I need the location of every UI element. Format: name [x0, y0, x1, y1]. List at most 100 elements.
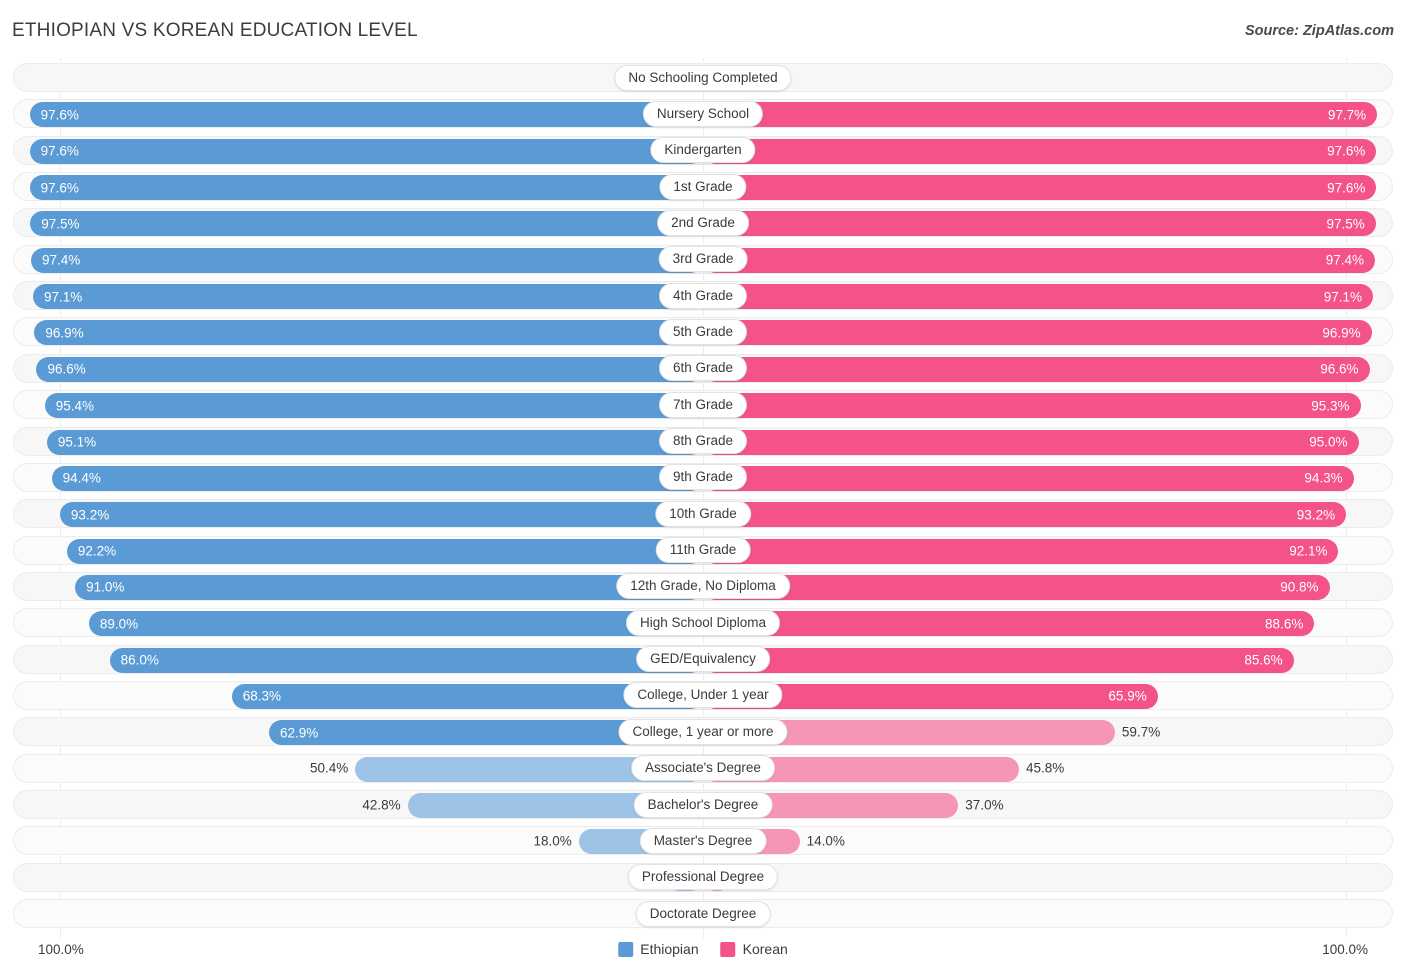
chart-row[interactable]: 68.3% 65.9% College, Under 1 year	[13, 680, 1393, 710]
page-title: ETHIOPIAN VS KOREAN EDUCATION LEVEL	[12, 20, 418, 41]
chart-row[interactable]: 97.6% 97.6% 1st Grade	[13, 172, 1393, 202]
value-label-ethiopian: 94.4%	[62, 470, 101, 486]
value-label-korean: 97.6%	[1327, 143, 1366, 159]
chart-row[interactable]: 62.9% 59.7% College, 1 year or more	[13, 717, 1393, 747]
chart-row[interactable]: 91.0% 90.8% 12th Grade, No Diploma	[13, 571, 1393, 601]
chart-row[interactable]: 97.4% 97.4% 3rd Grade	[13, 244, 1393, 274]
category-label: 3rd Grade	[658, 246, 748, 273]
value-label-korean: 93.2%	[1296, 506, 1336, 522]
value-label-ethiopian: 92.2%	[77, 543, 117, 559]
category-label: 6th Grade	[658, 355, 748, 382]
chart-row[interactable]: 2.4%2.4%No Schooling Completed	[13, 63, 1393, 92]
bar-ethiopian: 91.0%	[75, 574, 703, 600]
bar-korean: 95.0%	[703, 429, 1359, 455]
bar-korean: 90.8%	[703, 574, 1330, 600]
legend-label: Korean	[742, 941, 788, 957]
category-label: Professional Degree	[627, 864, 779, 891]
value-label-ethiopian: 96.6%	[47, 361, 86, 377]
legend-item[interactable]: Korean	[720, 941, 788, 957]
value-label-korean: 97.5%	[1326, 216, 1365, 232]
bar-korean: 85.6%	[703, 647, 1294, 673]
legend-item[interactable]: Ethiopian	[618, 941, 699, 957]
value-label-korean: 37.0%	[965, 796, 1004, 812]
value-label-korean: 97.6%	[1327, 179, 1366, 195]
bar-korean: 93.2%	[703, 502, 1347, 528]
value-label-korean: 90.8%	[1280, 579, 1319, 595]
category-label: 11th Grade	[655, 537, 751, 564]
category-label: 8th Grade	[658, 428, 748, 454]
category-label: No Schooling Completed	[614, 64, 792, 91]
chart-row[interactable]: 97.6% 97.7% Nursery School	[13, 99, 1393, 129]
chart-row[interactable]: 50.4% 45.8% Associate's Degree	[13, 753, 1393, 783]
chart-row[interactable]: 5.4%4.1%Professional Degree	[13, 862, 1393, 892]
chart-row[interactable]: 97.1% 97.1% 4th Grade	[13, 281, 1393, 311]
chart-row[interactable]: 92.2% 92.1% 11th Grade	[13, 535, 1393, 565]
chart-row[interactable]: 96.9% 96.9% 5th Grade	[13, 317, 1393, 347]
chart-row[interactable]: 86.0% 85.6% GED/Equivalency	[13, 644, 1393, 674]
chart-legend: Ethiopian Korean	[618, 941, 788, 957]
category-label: Kindergarten	[650, 137, 756, 164]
bar-ethiopian: 95.1%	[46, 429, 703, 455]
bar-ethiopian: 92.2%	[66, 538, 703, 564]
value-label-korean: 97.7%	[1327, 107, 1367, 123]
value-label-ethiopian: 18.0%	[533, 833, 572, 849]
value-label-korean: 96.6%	[1320, 361, 1359, 377]
value-label-ethiopian: 89.0%	[99, 616, 139, 631]
chart-header: ETHIOPIAN VS KOREAN EDUCATION LEVEL Sour…	[0, 0, 1406, 58]
category-label: 5th Grade	[658, 318, 748, 345]
value-label-ethiopian: 97.5%	[41, 216, 80, 232]
bar-ethiopian: 93.2%	[59, 502, 703, 528]
value-label-ethiopian: 62.9%	[280, 725, 319, 741]
chart-row[interactable]: 95.1% 95.0% 8th Grade	[13, 426, 1393, 456]
bar-ethiopian: 97.6%	[29, 102, 703, 128]
bar-korean: 92.1%	[703, 538, 1339, 564]
chart-row[interactable]: 97.5% 97.5% 2nd Grade	[13, 208, 1393, 238]
chart-row[interactable]: 2.3%1.7%Doctorate Degree	[13, 899, 1393, 929]
value-label-korean: 94.3%	[1304, 470, 1343, 486]
chart-row[interactable]: 42.8% 37.0% Bachelor's Degree	[13, 790, 1393, 819]
value-label-korean: 92.1%	[1289, 543, 1328, 559]
bar-ethiopian: 97.1%	[33, 284, 703, 310]
value-label-ethiopian: 97.4%	[41, 252, 81, 268]
chart-row[interactable]: 89.0% 88.6% High School Diploma	[13, 608, 1393, 638]
category-label: 4th Grade	[658, 282, 748, 309]
chart-row[interactable]: 18.0% 14.0% Master's Degree	[13, 826, 1393, 856]
category-label: 1st Grade	[659, 173, 747, 200]
axis-label-right-max: 100.0%	[1322, 942, 1368, 957]
category-label: 9th Grade	[658, 464, 748, 491]
category-label: Bachelor's Degree	[633, 791, 773, 818]
bar-korean: 97.1%	[703, 284, 1373, 310]
value-label-ethiopian: 42.8%	[362, 796, 401, 812]
value-label-korean: 95.0%	[1309, 434, 1348, 450]
category-label: Doctorate Degree	[635, 900, 771, 927]
value-label-ethiopian: 97.1%	[44, 288, 83, 304]
bar-korean: 94.3%	[703, 465, 1354, 491]
category-label: High School Diploma	[625, 609, 781, 636]
bar-ethiopian: 97.4%	[30, 247, 703, 273]
value-label-ethiopian: 95.1%	[57, 434, 97, 450]
category-label: 7th Grade	[658, 391, 748, 418]
value-label-ethiopian: 97.6%	[40, 143, 79, 159]
bar-korean: 96.6%	[703, 356, 1370, 382]
value-label-korean: 88.6%	[1265, 616, 1304, 631]
bar-ethiopian: 97.5%	[30, 211, 703, 237]
bar-korean: 88.6%	[703, 611, 1315, 637]
chart-row[interactable]: 95.4% 95.3% 7th Grade	[13, 390, 1393, 420]
category-label: 12th Grade, No Diploma	[616, 573, 790, 600]
value-label-korean: 85.6%	[1244, 652, 1283, 668]
value-label-ethiopian: 68.3%	[242, 688, 282, 704]
bar-ethiopian: 96.9%	[34, 320, 703, 346]
value-label-korean: 45.8%	[1026, 760, 1065, 776]
value-label-korean: 65.9%	[1108, 688, 1147, 704]
bar-korean: 97.6%	[703, 138, 1377, 164]
value-label-korean: 96.9%	[1322, 325, 1361, 341]
chart-row[interactable]: 96.6% 96.6% 6th Grade	[13, 353, 1393, 383]
bar-korean: 97.6%	[703, 175, 1377, 201]
category-label: 10th Grade	[655, 500, 751, 527]
chart-row[interactable]: 93.2% 93.2% 10th Grade	[13, 499, 1393, 529]
value-label-ethiopian: 96.9%	[45, 325, 84, 341]
value-label-ethiopian: 91.0%	[86, 579, 125, 595]
category-label: College, 1 year or more	[618, 718, 788, 745]
chart-row[interactable]: 94.4% 94.3% 9th Grade	[13, 462, 1393, 492]
chart-row[interactable]: 97.6% 97.6% Kindergarten	[13, 135, 1393, 165]
